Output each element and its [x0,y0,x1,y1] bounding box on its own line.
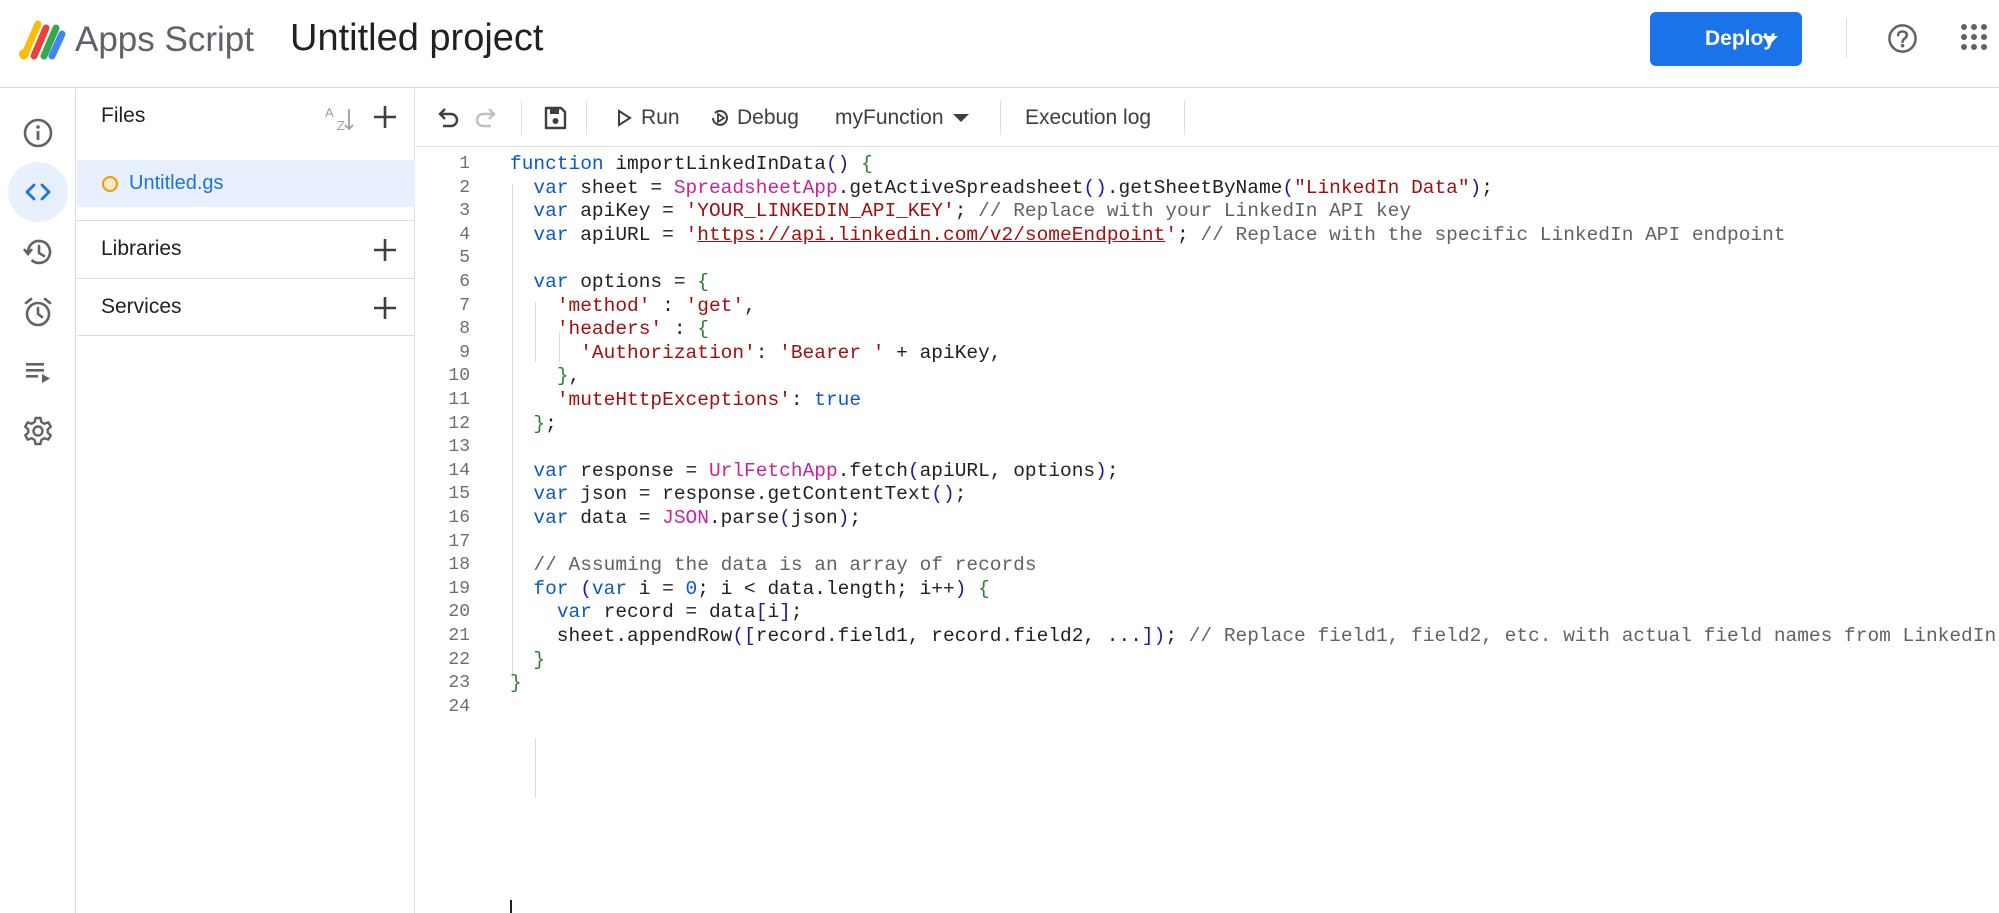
toolbar-divider [586,101,587,135]
file-status-icon [102,176,118,192]
top-app-bar: Apps Script Untitled project Deploy [0,0,1999,88]
run-label: Run [641,106,680,129]
debug-button[interactable]: Debug [709,101,799,135]
debug-icon [712,109,728,126]
project-title[interactable]: Untitled project [290,14,543,62]
file-name: Untitled.gs [129,172,224,194]
files-panel: Files A Z Untitled.gs Libraries Services [77,89,415,913]
toolbar-divider [1184,101,1185,135]
history-icon [22,239,52,265]
toolbar-divider [1000,101,1001,135]
indent-guide [535,738,536,798]
deploy-button[interactable]: Deploy [1650,12,1802,66]
debug-label: Debug [737,106,799,129]
execution-log-label: Execution log [1025,106,1152,129]
function-selector-value: myFunction [835,106,944,129]
code-line[interactable]: 24 [416,692,1999,722]
add-library-icon[interactable] [369,234,401,266]
editor-toolbar: Run Debug myFunction Execution log [416,89,1999,147]
libraries-section: Libraries [77,220,415,278]
navigation-rail [0,89,76,913]
play-icon [618,109,632,127]
sort-az-icon[interactable]: A Z [323,103,355,135]
function-selector[interactable]: myFunction [835,101,969,135]
file-item-untitled-gs[interactable]: Untitled.gs [77,160,415,207]
code-icon [25,183,51,201]
chevron-down-icon[interactable] [1762,36,1778,44]
libraries-title: Libraries [101,237,182,260]
apps-script-logo-icon [19,20,66,60]
info-icon [23,118,53,148]
product-name: Apps Script [75,20,254,59]
files-title: Files [101,104,146,127]
rail-item-history[interactable] [8,222,68,282]
gear-icon [24,416,52,446]
save-icon[interactable] [540,103,570,133]
services-title: Services [101,295,182,318]
help-icon[interactable] [1887,23,1918,54]
svg-text:Z: Z [337,118,345,133]
execution-log-button[interactable]: Execution log [1025,101,1151,135]
redo-icon[interactable] [472,103,502,133]
google-apps-grid-icon[interactable] [1959,22,1989,52]
chevron-down-icon [952,114,969,122]
header-divider [1846,18,1847,58]
alarm-clock-icon [24,297,52,327]
line-number: 24 [448,697,470,717]
undo-icon[interactable] [432,103,462,133]
rail-item-executions[interactable] [8,342,68,402]
files-header: Files A Z [77,89,415,145]
code-editor[interactable]: 1 function importLinkedInData() {2 var sh… [416,148,1999,913]
services-section: Services [77,278,415,336]
rail-item-settings[interactable] [8,401,68,461]
executions-list-icon [26,363,50,383]
rail-item-triggers[interactable] [8,282,68,342]
add-service-icon[interactable] [369,292,401,324]
rail-item-overview[interactable] [8,103,68,163]
svg-text:A: A [325,105,334,120]
run-button[interactable]: Run [613,101,680,135]
rail-item-editor[interactable] [8,162,68,222]
toolbar-divider [521,101,522,135]
text-cursor [510,900,512,913]
add-file-icon[interactable] [369,101,401,133]
